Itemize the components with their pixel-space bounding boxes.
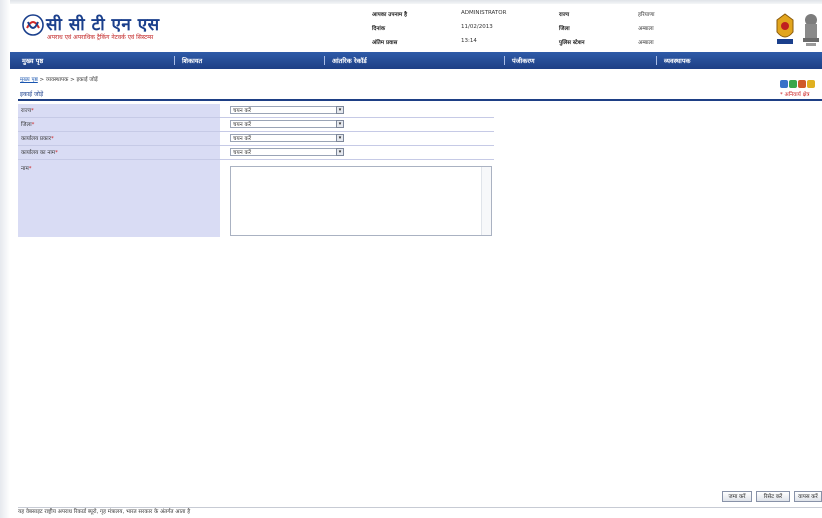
office-type-field-label: कार्यालय प्रकार* bbox=[21, 136, 54, 142]
police-station-value: अम्बाला bbox=[638, 40, 654, 46]
district-select[interactable]: चयन करें ▾ bbox=[230, 120, 344, 128]
chevron-down-icon[interactable]: ▾ bbox=[336, 120, 344, 128]
footer-text: यह वेबसाइट राष्ट्रीय अपराध रिकार्ड ब्यूर… bbox=[18, 509, 191, 515]
breadcrumb: मुख्य पृष्ठ > व्यवस्थापक > इकाई जोड़ें bbox=[20, 75, 98, 83]
office-name-field-label: कार्यालय का नाम* bbox=[21, 150, 58, 156]
nav-separator bbox=[324, 56, 325, 65]
help-icon[interactable] bbox=[780, 80, 788, 88]
nav-separator bbox=[656, 56, 657, 65]
label-column bbox=[18, 104, 220, 237]
title-divider bbox=[18, 99, 822, 101]
brand-title: सी सी टी एन एस bbox=[46, 15, 160, 35]
police-emblem-icon bbox=[776, 13, 794, 44]
nav-item-complaint[interactable]: शिकायत bbox=[182, 56, 202, 65]
time-value: 13:14 bbox=[461, 38, 477, 44]
header: सी सी टी एन एस अपराध एवं अपराधिक ट्रैकिं… bbox=[10, 4, 822, 50]
brand-subtitle: अपराध एवं अपराधिक ट्रैकिंग नेटवर्क एवं स… bbox=[47, 34, 154, 41]
save-button[interactable]: जमा करें bbox=[722, 491, 752, 502]
page-title: इकाई जोड़ें bbox=[20, 91, 44, 98]
chevron-down-icon[interactable]: ▾ bbox=[336, 134, 344, 142]
date-label: दिनांक bbox=[372, 26, 386, 32]
district-value: अम्बाला bbox=[638, 26, 654, 32]
chevron-down-icon[interactable]: ▾ bbox=[336, 148, 344, 156]
app-frame: सी सी टी एन एस अपराध एवं अपराधिक ट्रैकिं… bbox=[10, 4, 822, 508]
nav-separator bbox=[174, 56, 175, 65]
reset-button[interactable]: रिसेट करें bbox=[756, 491, 790, 502]
name-field-label: नाम* bbox=[21, 166, 32, 172]
textarea-scrollbar[interactable] bbox=[481, 167, 491, 235]
refresh-icon[interactable] bbox=[789, 80, 797, 88]
cctns-logo-icon bbox=[22, 14, 44, 36]
national-emblem-icon bbox=[803, 14, 819, 46]
nav-item-home[interactable]: मुख्य पृष्ठ bbox=[22, 56, 43, 65]
police-station-label: पुलिस स्टेशन bbox=[559, 40, 585, 46]
nav-item-administrator[interactable]: व्यवस्थापक bbox=[664, 56, 691, 65]
date-value: 11/02/2013 bbox=[461, 24, 493, 30]
breadcrumb-path: > व्यवस्थापक > इकाई जोड़ें bbox=[37, 77, 98, 83]
district-field-label: जिला* bbox=[21, 122, 35, 128]
row-divider bbox=[18, 159, 494, 160]
row-divider bbox=[18, 131, 494, 132]
row-divider bbox=[18, 145, 494, 146]
nav-separator bbox=[504, 56, 505, 65]
state-field-label: राज्य* bbox=[21, 108, 34, 114]
time-label: अंतिम प्रवास bbox=[372, 40, 398, 46]
state-value: हरियाणा bbox=[638, 12, 655, 18]
main-nav: मुख्य पृष्ठ शिकायत आंतरिक रेकॉर्ड पंजीकर… bbox=[10, 52, 822, 69]
back-button[interactable]: वापस करें bbox=[794, 491, 822, 502]
name-textarea[interactable] bbox=[230, 166, 492, 236]
breadcrumb-home-link[interactable]: मुख्य पृष्ठ bbox=[20, 77, 38, 83]
nav-item-registration[interactable]: पंजीकरण bbox=[512, 56, 535, 65]
user-label: आपका उपनाम है bbox=[372, 12, 408, 18]
user-value: ADMINISTRATOR bbox=[461, 10, 507, 16]
office-type-select[interactable]: चयन करें ▾ bbox=[230, 134, 344, 142]
toolbar-icons bbox=[780, 73, 816, 88]
state-label: राज्य bbox=[559, 12, 570, 18]
nav-item-internal-records[interactable]: आंतरिक रेकॉर्ड bbox=[332, 56, 367, 65]
add-unit-form: राज्य* चयन करें ▾ जिला* चयन करें ▾ कार्याल… bbox=[18, 104, 494, 237]
print-icon[interactable] bbox=[798, 80, 806, 88]
office-name-select[interactable]: चयन करें ▾ bbox=[230, 148, 344, 156]
state-select[interactable]: चयन करें ▾ bbox=[230, 106, 344, 114]
window-left-shadow bbox=[0, 0, 10, 518]
mandatory-note: * अनिवार्य क्षेत्र bbox=[780, 92, 810, 98]
user-icon[interactable] bbox=[807, 80, 815, 88]
district-label: जिला bbox=[559, 26, 570, 32]
row-divider bbox=[18, 117, 494, 118]
chevron-down-icon[interactable]: ▾ bbox=[336, 106, 344, 114]
